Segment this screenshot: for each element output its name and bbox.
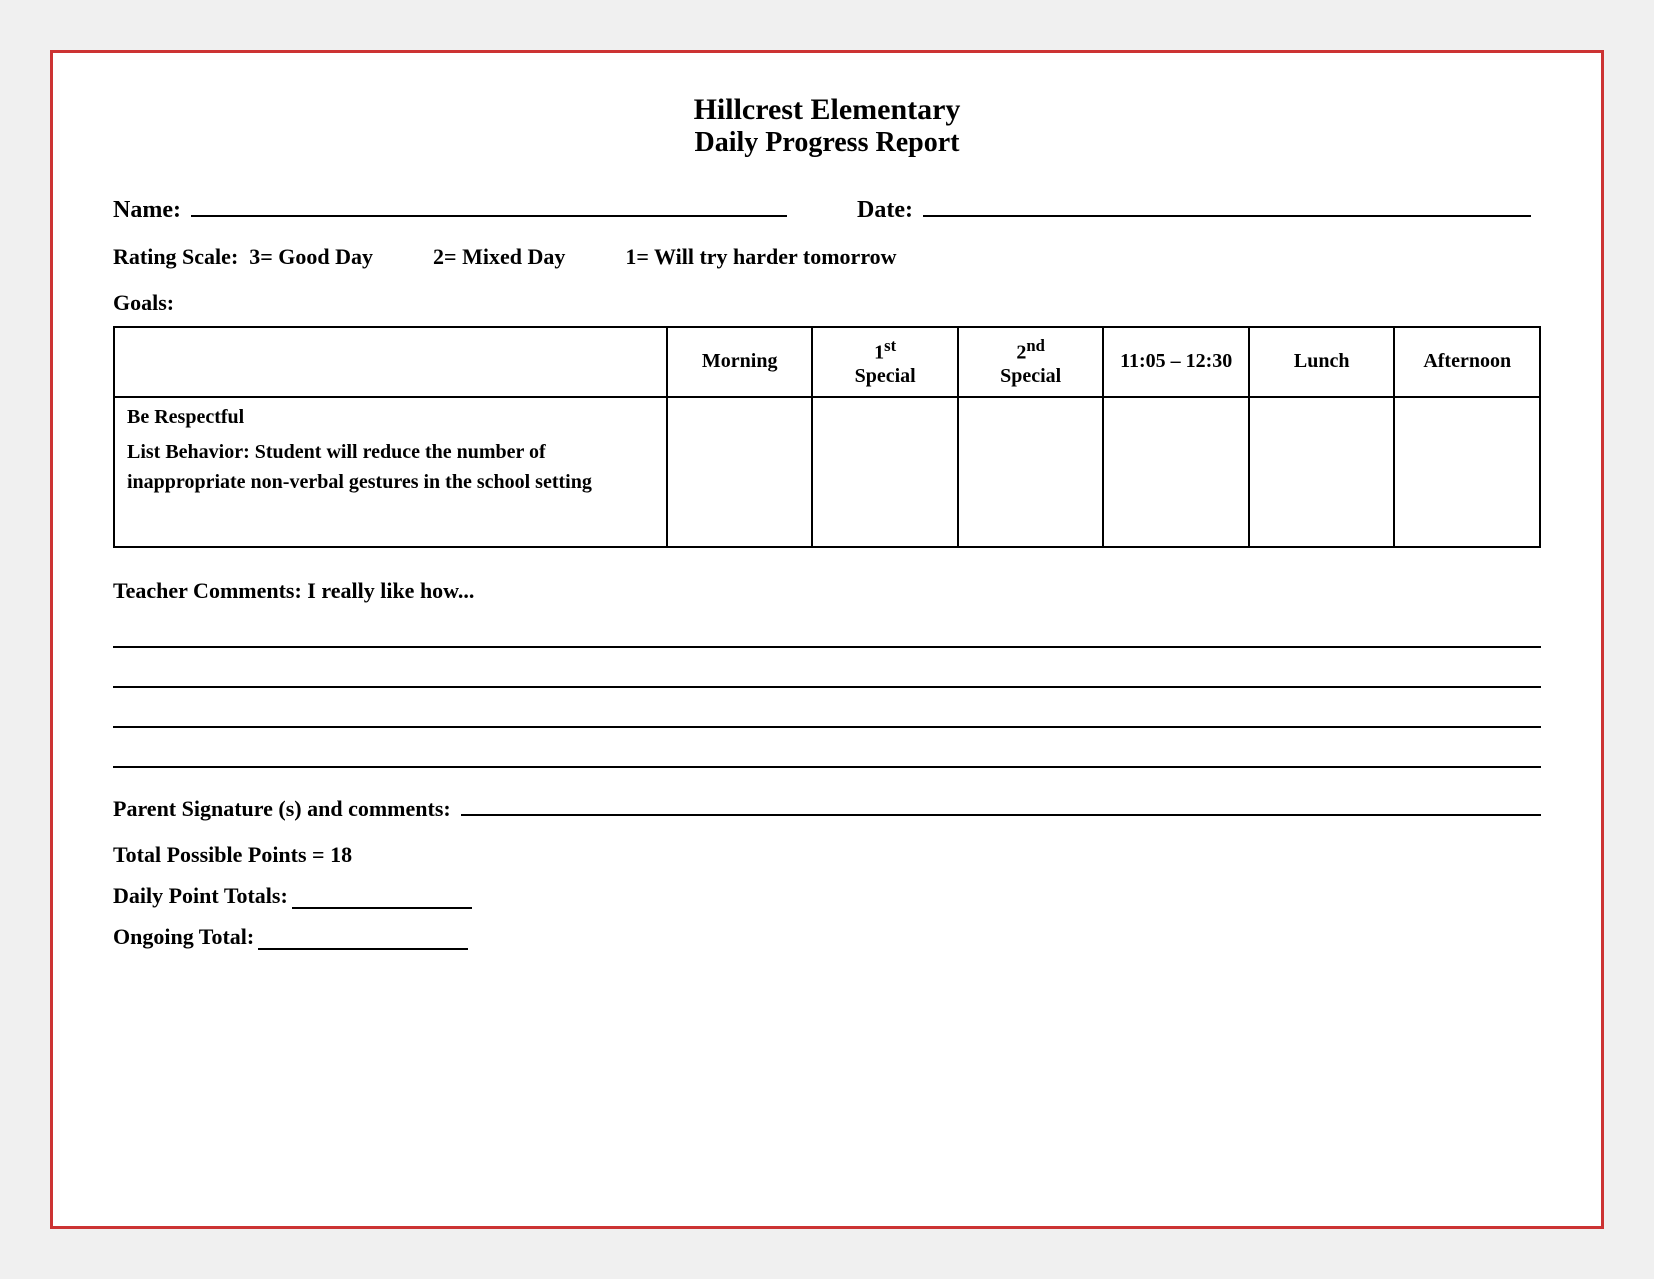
goal-desc: List Behavior: Student will reduce the n… — [127, 441, 592, 493]
ongoing-total-blank — [258, 948, 468, 950]
date-label: Date: — [857, 197, 913, 224]
col-header-lunch: Lunch — [1249, 327, 1395, 397]
parent-sig-label: Parent Signature (s) and comments: — [113, 796, 451, 822]
teacher-comments-section: Teacher Comments: I really like how... — [113, 578, 1541, 768]
daily-totals-blank — [292, 907, 472, 909]
daily-point-totals: Daily Point Totals: — [113, 883, 1541, 909]
col-header-second-special: 2ndSpecial — [958, 327, 1104, 397]
name-label: Name: — [113, 197, 181, 224]
teacher-comments-label: Teacher Comments: I really like how... — [113, 578, 1541, 604]
goal-title: Be Respectful — [127, 406, 654, 429]
col-header-afternoon: Afternoon — [1394, 327, 1540, 397]
col-header-behavior — [114, 327, 667, 397]
behavior-table: Morning 1stSpecial 2ndSpecial 11:05 – 12… — [113, 326, 1541, 548]
goals-label: Goals: — [113, 290, 1541, 316]
rating-2: 2= Mixed Day — [433, 244, 565, 270]
goal-cell: Be Respectful List Behavior: Student wil… — [114, 397, 667, 547]
school-name: Hillcrest Elementary — [113, 93, 1541, 127]
rating-1: 1= Will try harder tomorrow — [625, 244, 896, 270]
second-special-cell — [958, 397, 1104, 547]
afternoon-cell — [1394, 397, 1540, 547]
lunch-cell — [1249, 397, 1395, 547]
comment-line-1 — [113, 612, 1541, 648]
comment-lines — [113, 612, 1541, 768]
col-header-first-special: 1stSpecial — [812, 327, 958, 397]
totals-section: Total Possible Points = 18 Daily Point T… — [113, 842, 1541, 950]
comment-line-4 — [113, 732, 1541, 768]
date-line — [923, 189, 1531, 217]
first-special-cell — [812, 397, 958, 547]
name-line — [191, 189, 787, 217]
page: Hillcrest Elementary Daily Progress Repo… — [50, 50, 1604, 1229]
comment-line-2 — [113, 652, 1541, 688]
parent-signature-row: Parent Signature (s) and comments: — [113, 788, 1541, 822]
header: Hillcrest Elementary Daily Progress Repo… — [113, 93, 1541, 159]
report-title: Daily Progress Report — [113, 127, 1541, 159]
morning-cell — [667, 397, 813, 547]
comment-line-3 — [113, 692, 1541, 728]
ongoing-total: Ongoing Total: — [113, 924, 1541, 950]
rating-scale-label: Rating Scale: 3= Good Day — [113, 244, 373, 270]
parent-sig-line — [461, 788, 1541, 816]
time-block-cell — [1103, 397, 1249, 547]
name-date-row: Name: Date: — [113, 189, 1541, 224]
name-section: Name: — [113, 189, 797, 224]
col-header-morning: Morning — [667, 327, 813, 397]
date-section: Date: — [857, 189, 1541, 224]
rating-scale: Rating Scale: 3= Good Day 2= Mixed Day 1… — [113, 244, 1541, 270]
table-header-row: Morning 1stSpecial 2ndSpecial 11:05 – 12… — [114, 327, 1540, 397]
col-header-time-block: 11:05 – 12:30 — [1103, 327, 1249, 397]
table-row: Be Respectful List Behavior: Student wil… — [114, 397, 1540, 547]
total-possible-points: Total Possible Points = 18 — [113, 842, 1541, 868]
